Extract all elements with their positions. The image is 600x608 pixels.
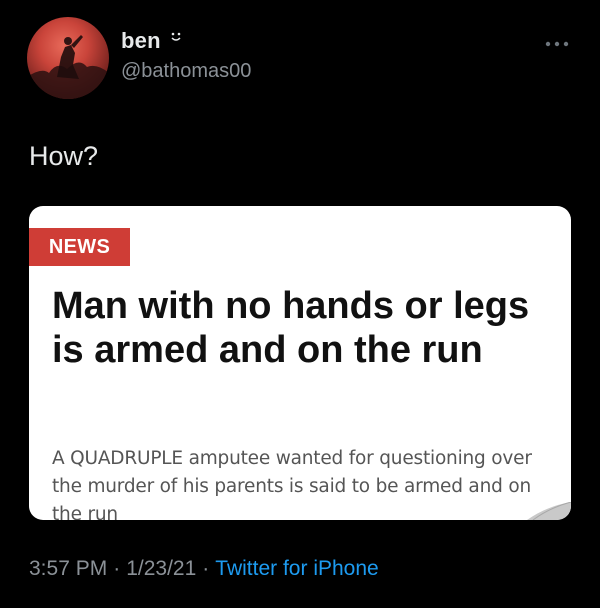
user-handle[interactable]: @bathomas00	[121, 60, 251, 83]
smile-icon	[170, 30, 182, 42]
avatar-silhouette-icon	[27, 35, 109, 99]
tweet-source-link[interactable]: Twitter for iPhone	[215, 557, 378, 580]
name-row: ben	[121, 28, 182, 54]
tweet-time[interactable]: 3:57 PM	[29, 557, 107, 580]
news-summary: A QUADRUPLE amputee wanted for questioni…	[52, 448, 532, 520]
tweet-text: How?	[29, 141, 99, 171]
news-headline: Man with no hands or legs is armed and o…	[52, 285, 530, 371]
meta-separator: ·	[113, 557, 121, 580]
avatar[interactable]	[27, 17, 109, 99]
display-name[interactable]: ben	[121, 28, 161, 54]
tweet: ben @bathomas00 How? NEWS Man with no ha…	[0, 0, 600, 608]
tweet-date[interactable]: 1/23/21	[126, 557, 196, 580]
page-curl-icon	[527, 502, 571, 520]
more-options-icon[interactable]	[544, 36, 570, 47]
news-badge: NEWS	[29, 228, 130, 266]
news-image-card[interactable]: NEWS Man with no hands or legs is armed …	[29, 206, 571, 520]
tweet-meta: 3:57 PM · 1/23/21 · Twitter for iPhone	[29, 557, 379, 581]
meta-separator: ·	[202, 557, 210, 580]
